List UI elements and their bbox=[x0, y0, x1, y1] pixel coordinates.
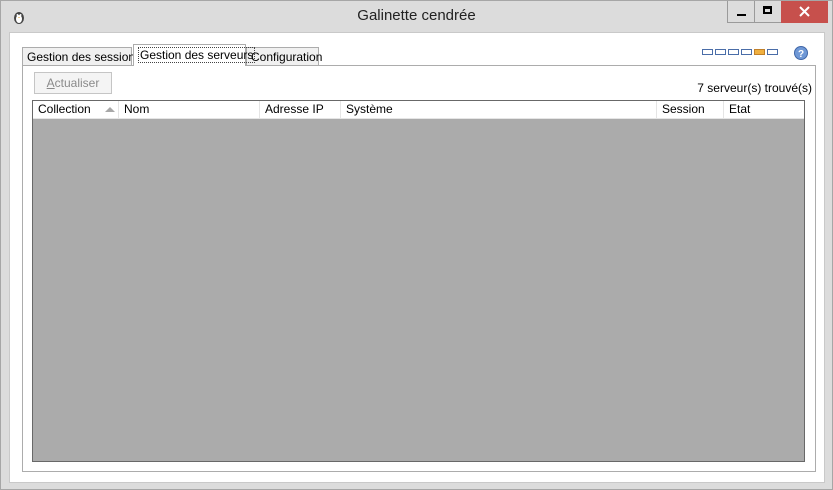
refresh-button[interactable]: Actualiser bbox=[34, 72, 112, 94]
tab-label: Gestion des sessions bbox=[27, 50, 142, 64]
column-header-systeme[interactable]: Système bbox=[341, 101, 657, 118]
servers-list[interactable]: Collection Nom Adresse IP Système Sessio… bbox=[32, 100, 805, 462]
close-button[interactable] bbox=[781, 1, 828, 23]
refresh-accel: A bbox=[46, 76, 55, 90]
tab-configuration[interactable]: Configuration bbox=[246, 47, 323, 65]
column-header-etat[interactable]: Etat bbox=[724, 101, 804, 118]
close-icon bbox=[799, 6, 810, 17]
tab-label: Configuration bbox=[251, 50, 323, 64]
servers-tab-panel: Actualiser 7 serveur(s) trouvé(s) Collec… bbox=[22, 65, 816, 472]
maximize-button[interactable] bbox=[754, 1, 781, 23]
minimize-button[interactable] bbox=[727, 1, 754, 23]
progress-indicator bbox=[702, 49, 782, 57]
client-area: Gestion des sessions Gestion des serveur… bbox=[9, 32, 825, 483]
sort-ascending-icon bbox=[105, 107, 115, 112]
minimize-icon bbox=[737, 14, 746, 16]
help-icon[interactable]: ? bbox=[794, 46, 808, 60]
window-title: Galinette cendrée bbox=[357, 7, 476, 24]
server-count-label: 7 serveur(s) trouvé(s) bbox=[697, 81, 812, 95]
app-window: Galinette cendrée Gestion des sessions G… bbox=[0, 0, 833, 490]
column-header-adresse-ip[interactable]: Adresse IP bbox=[260, 101, 341, 118]
svg-text:?: ? bbox=[798, 49, 804, 60]
refresh-label: ctualiser bbox=[54, 76, 100, 90]
tab-label: Gestion des serveurs bbox=[138, 47, 256, 63]
column-header-nom[interactable]: Nom bbox=[119, 101, 260, 118]
column-header-collection[interactable]: Collection bbox=[33, 101, 119, 118]
tab-gestion-sessions[interactable]: Gestion des sessions bbox=[22, 47, 141, 65]
column-header-session[interactable]: Session bbox=[657, 101, 724, 118]
maximize-icon bbox=[763, 6, 772, 14]
title-bar[interactable]: Galinette cendrée bbox=[1, 1, 832, 31]
tab-gestion-serveurs[interactable]: Gestion des serveurs bbox=[133, 44, 256, 66]
list-header: Collection Nom Adresse IP Système Sessio… bbox=[33, 101, 804, 119]
